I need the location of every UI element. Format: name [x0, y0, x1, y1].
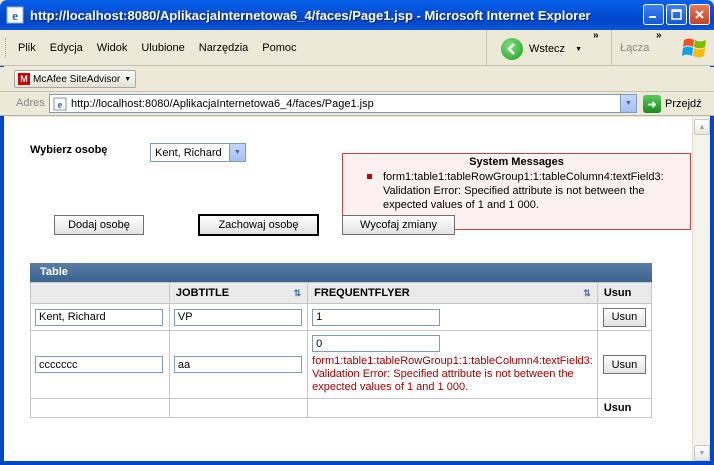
name-input[interactable]: Kent, Richard: [35, 308, 163, 326]
field-error-message: form1:table1:tableRowGroup1:1:tableColum…: [312, 355, 593, 393]
column-header-name: [30, 282, 170, 304]
table-footer-row: Usun: [30, 398, 653, 418]
delete-row-button[interactable]: Usun: [602, 307, 646, 327]
svg-text:e: e: [12, 8, 18, 23]
mcafee-dropdown-icon: ▼: [124, 75, 132, 83]
menu-item-plik[interactable]: Plik: [18, 42, 36, 54]
links-overflow-icon[interactable]: »: [656, 30, 662, 41]
name-input[interactable]: ccccccc: [35, 356, 163, 373]
delete-row-button[interactable]: Usun: [602, 355, 646, 374]
back-arrow-icon: [501, 38, 523, 60]
revert-changes-button[interactable]: Wycofaj zmiany: [342, 215, 455, 235]
table-row: Kent, Richard VP 1 Usun: [30, 303, 653, 331]
scroll-down-icon[interactable]: ▼: [694, 445, 710, 461]
system-message-item: form1:table1:tableRowGroup1:1:tableColum…: [383, 171, 664, 211]
footer-usun-label: Usun: [596, 398, 653, 418]
frequentflyer-input[interactable]: 0: [312, 335, 441, 352]
svg-text:e: e: [58, 100, 63, 111]
system-messages-title: System Messages: [469, 156, 564, 168]
table-title: Table: [30, 263, 652, 282]
window-title: http://localhost:8080/AplikacjaInterneto…: [30, 7, 591, 23]
sort-icon[interactable]: ⇅: [583, 288, 591, 299]
go-arrow-icon: ➜: [643, 95, 661, 113]
maximize-button[interactable]: [666, 4, 687, 25]
minimize-icon: [649, 16, 656, 18]
address-bar: Adres e http://localhost:8080/AplikacjaI…: [0, 92, 714, 116]
vertical-scrollbar[interactable]: ▲ ▼: [692, 117, 710, 465]
go-label: Przejdź: [665, 98, 702, 110]
links-toolbar: Łącza »: [611, 30, 714, 66]
menu-item-ulubione[interactable]: Ulubione: [141, 42, 184, 54]
menu-item-pomoc[interactable]: Pomoc: [262, 42, 296, 54]
back-button[interactable]: Wstecz ▼: [501, 38, 582, 60]
minimize-button[interactable]: [643, 4, 664, 25]
maximize-icon: [671, 9, 682, 20]
back-dropdown-icon[interactable]: ▼: [575, 46, 582, 53]
links-label[interactable]: Łącza: [620, 42, 649, 54]
toolbar-grip: [5, 38, 8, 58]
scroll-up-icon[interactable]: ▲: [694, 119, 710, 135]
address-url: http://localhost:8080/AplikacjaInterneto…: [71, 97, 374, 110]
close-icon: [695, 10, 704, 19]
error-bullet-icon: [367, 174, 372, 179]
jobtitle-input[interactable]: aa: [173, 356, 302, 373]
close-button[interactable]: [689, 4, 710, 25]
frequentflyer-input[interactable]: 1: [312, 308, 441, 326]
sort-icon[interactable]: ⇅: [294, 288, 302, 299]
title-bar: e http://localhost:8080/AplikacjaInterne…: [0, 0, 714, 30]
toolbar-overflow-icon[interactable]: »: [593, 30, 599, 41]
mcafee-logo-icon: M: [18, 73, 30, 85]
mcafee-label: McAfee SiteAdvisor: [33, 73, 121, 85]
address-dropdown-icon[interactable]: ▼: [620, 95, 636, 112]
table-row: ccccccc aa 0 form1:table1:tableRowGroup1…: [30, 330, 653, 399]
person-select-value: Kent, Richard: [155, 146, 222, 159]
column-header-usun: Usun: [596, 282, 653, 304]
address-input[interactable]: e http://localhost:8080/AplikacjaInterne…: [49, 94, 637, 113]
column-header-frequentflyer-label: FREQUENTFLYER: [314, 287, 410, 299]
mcafee-siteadvisor-button[interactable]: M McAfee SiteAdvisor ▼: [14, 70, 136, 88]
page-icon: e: [53, 97, 67, 111]
menu-item-edycja[interactable]: Edycja: [50, 42, 83, 54]
menu-item-narzedzia[interactable]: Narzędzia: [199, 42, 249, 54]
window-border-bottom: [0, 461, 714, 465]
ie-icon: e: [6, 6, 24, 24]
column-header-frequentflyer[interactable]: FREQUENTFLYER ⇅: [307, 282, 598, 304]
windows-logo-icon: [682, 38, 706, 58]
column-header-jobtitle[interactable]: JOBTITLE ⇅: [168, 282, 309, 304]
mcafee-toolbar: M McAfee SiteAdvisor ▼: [0, 67, 714, 92]
back-label: Wstecz: [529, 43, 566, 55]
save-person-button[interactable]: Zachowaj osobę: [198, 214, 319, 236]
jobtitle-input[interactable]: VP: [173, 308, 302, 326]
page-content: Wybierz osobę Kent, Richard ▼ System Mes…: [4, 117, 692, 465]
people-table: Table JOBTITLE ⇅ FREQUENTFLYER ⇅ Usun Ke…: [30, 263, 653, 418]
column-header-jobtitle-label: JOBTITLE: [175, 287, 230, 299]
person-select[interactable]: Kent, Richard ▼: [150, 143, 246, 162]
add-person-button[interactable]: Dodaj osobę: [54, 215, 144, 235]
chevron-down-icon[interactable]: ▼: [229, 144, 245, 161]
select-person-label: Wybierz osobę: [30, 144, 108, 156]
go-button[interactable]: ➜ Przejdź: [643, 95, 702, 113]
menu-item-widok[interactable]: Widok: [97, 42, 128, 54]
address-label: Adres: [16, 97, 45, 109]
navigation-toolbar: Wstecz ▼ »: [486, 30, 610, 66]
